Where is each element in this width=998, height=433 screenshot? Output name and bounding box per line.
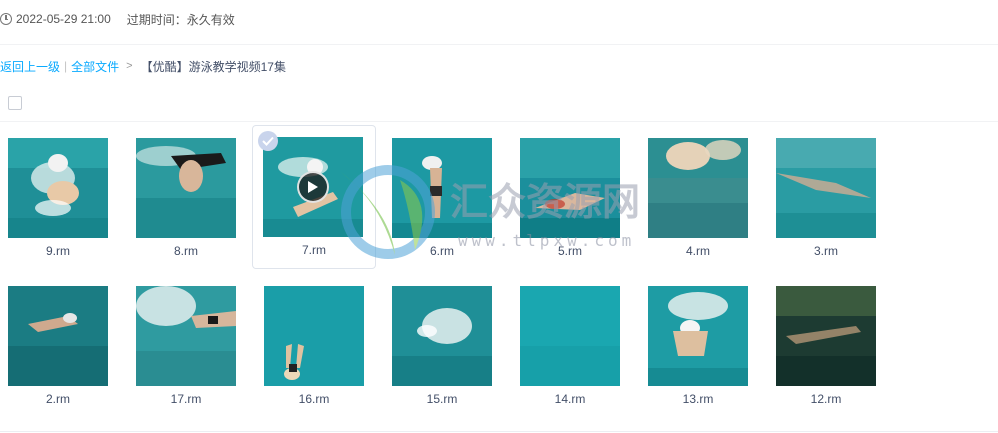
video-thumbnail [263,137,363,237]
file-name: 17.rm [170,392,202,406]
video-thumbnail [776,138,876,238]
chevron-right-icon: > [126,60,133,72]
file-name: 5.rm [558,244,582,258]
video-thumbnail [8,138,108,238]
video-thumbnail [392,286,492,386]
clock-icon [0,13,12,25]
file-item[interactable]: 2.rm [0,274,124,418]
file-name: 4.rm [686,244,710,258]
divider [0,44,998,45]
video-thumbnail [520,286,620,386]
select-all-checkbox[interactable] [8,96,22,110]
file-item[interactable]: 12.rm [768,274,892,418]
file-item[interactable]: 13.rm [640,274,764,418]
file-name: 15.rm [426,392,458,406]
play-icon[interactable] [297,171,329,203]
file-name: 7.rm [302,243,326,257]
file-item-selected[interactable]: 7.rm [252,125,376,269]
back-link[interactable]: 返回上一级 [0,58,60,75]
video-thumbnail [648,286,748,386]
share-meta: 2022-05-29 21:00 过期时间：永久有效 [0,10,235,28]
breadcrumb-separator: | [64,59,68,73]
file-name: 9.rm [46,244,70,258]
file-name: 8.rm [174,244,198,258]
video-thumbnail [136,286,236,386]
file-name: 12.rm [810,392,842,406]
file-name: 2.rm [46,392,70,406]
all-files-link[interactable]: 全部文件 [71,58,119,75]
video-thumbnail [136,138,236,238]
file-name: 3.rm [814,244,838,258]
file-item[interactable]: 3.rm [768,126,892,270]
file-item[interactable]: 9.rm [0,126,124,270]
file-item[interactable]: 5.rm [512,126,636,270]
video-thumbnail [520,138,620,238]
file-name: 13.rm [682,392,714,406]
share-date: 2022-05-29 21:00 [16,12,111,26]
video-thumbnail [8,286,108,386]
video-thumbnail [392,138,492,238]
file-item[interactable]: 17.rm [128,274,252,418]
file-name: 16.rm [298,392,330,406]
file-item[interactable]: 6.rm [384,126,508,270]
file-name: 6.rm [430,244,454,258]
file-item[interactable]: 15.rm [384,274,508,418]
breadcrumb: 返回上一级 | 全部文件 > 【优酷】游泳教学视频17集 [0,57,286,75]
file-item[interactable]: 16.rm [256,274,380,418]
file-item[interactable]: 4.rm [640,126,764,270]
expire-label: 过期时间：永久有效 [126,12,235,27]
file-item[interactable]: 8.rm [128,126,252,270]
video-thumbnail [776,286,876,386]
video-thumbnail [264,286,364,386]
divider [0,121,998,122]
video-thumbnail [648,138,748,238]
current-folder: 【优酷】游泳教学视频17集 [140,59,286,74]
file-item[interactable]: 14.rm [512,274,636,418]
file-name: 14.rm [554,392,586,406]
checkmark-icon[interactable] [258,131,278,151]
divider [0,431,998,432]
